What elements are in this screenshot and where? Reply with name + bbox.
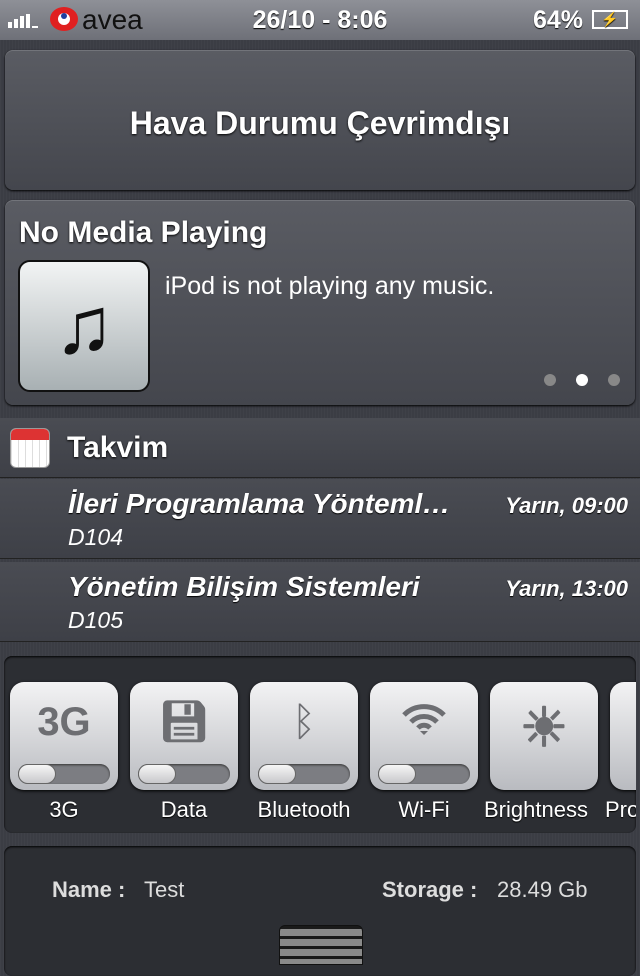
storage-value: 28.49 Gb (497, 877, 588, 902)
toggle-profile[interactable] (610, 682, 636, 790)
name-value: Test (144, 877, 185, 902)
event-title: Yönetim Bilişim Sistemleri (68, 571, 420, 602)
name-label: Name : (52, 877, 126, 902)
toggle-label: Pro (605, 797, 636, 822)
sun-icon: ☀ (519, 698, 569, 758)
calendar-title: Takvim (67, 431, 169, 464)
battery-percent: 64% (533, 6, 584, 34)
event-time: Yarın, 13:00 (505, 576, 628, 601)
toggle-label: Data (160, 797, 208, 822)
toggle-data[interactable]: 💾︎ (130, 682, 238, 790)
toggle-label: Brightness (484, 797, 588, 822)
wifi-icon (370, 694, 478, 750)
media-widget: No Media Playing ♫ iPod is not playing a… (5, 200, 635, 405)
battery-charging-icon: ⚡ (592, 10, 628, 29)
event-location: D104 (68, 524, 123, 550)
page-dot[interactable] (608, 374, 620, 386)
toggle-brightness[interactable]: ☀ (490, 682, 598, 790)
toggle-wifi[interactable] (370, 682, 478, 790)
weather-widget[interactable]: Hava Durumu Çevrimdışı (5, 50, 635, 190)
media-message: iPod is not playing any music. (165, 272, 495, 300)
calendar-event[interactable]: Yönetim Bilişim Sistemleri Yarın, 13:00 … (0, 562, 640, 642)
storage-label: Storage : (382, 877, 478, 902)
album-art[interactable]: ♫ (18, 260, 150, 392)
weather-text: Hava Durumu Çevrimdışı (129, 105, 511, 141)
calendar-icon (10, 428, 50, 468)
toggle-label: 3G (49, 797, 79, 822)
toggles-widget: 3G 💾︎ ᛒ ☀ 3G Data Bluetooth Wi-Fi Bright… (4, 656, 636, 833)
floppy-disk-icon: 💾︎ (158, 700, 210, 744)
status-bar: avea 26/10 - 8:06 64% ⚡ (0, 0, 640, 40)
page-dot-active[interactable] (576, 374, 588, 386)
toggle-bluetooth[interactable]: ᛒ (250, 682, 358, 790)
toggle-label: Bluetooth (257, 797, 351, 822)
3g-icon: 3G (37, 700, 91, 744)
bluetooth-icon: ᛒ (292, 700, 316, 744)
event-title: İleri Programlama Yönteml… (68, 488, 451, 519)
music-note-icon: ♫ (54, 281, 114, 370)
media-title: No Media Playing (19, 216, 268, 249)
calendar-event[interactable]: İleri Programlama Yönteml… Yarın, 09:00 … (0, 479, 640, 559)
calendar-header: Takvim (0, 418, 640, 478)
event-time: Yarın, 09:00 (505, 493, 628, 518)
page-dot[interactable] (544, 374, 556, 386)
page-indicator (544, 374, 620, 386)
toggle-label: Wi-Fi (398, 797, 450, 822)
toggle-3g[interactable]: 3G (10, 682, 118, 790)
event-location: D105 (68, 607, 123, 633)
grabber-handle[interactable] (279, 925, 363, 965)
